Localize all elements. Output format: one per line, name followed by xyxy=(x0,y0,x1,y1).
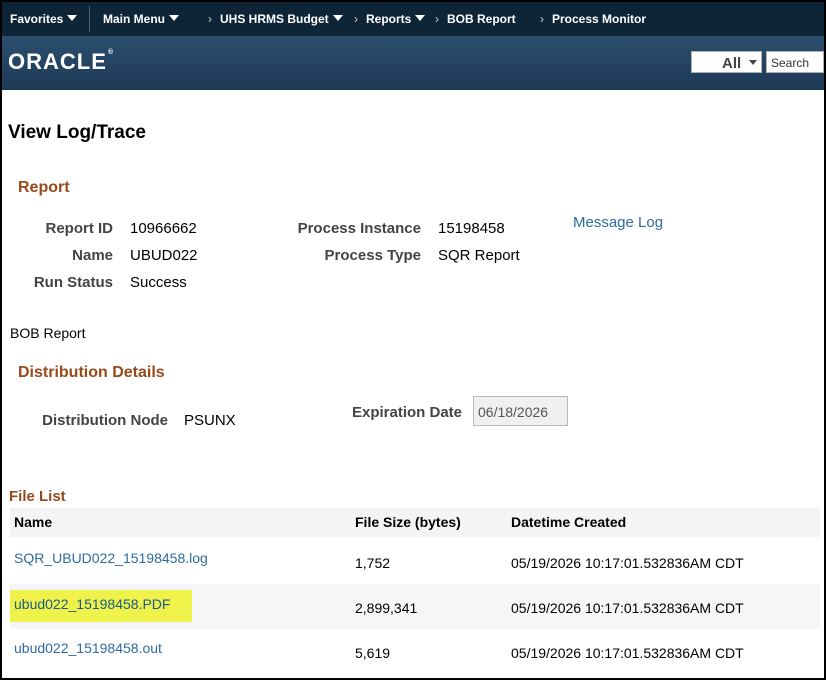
main-menu-label: Main Menu xyxy=(103,12,165,26)
column-header-file-size: File Size (bytes) xyxy=(355,514,461,530)
breadcrumb-label: BOB Report xyxy=(447,12,516,26)
distribution-node-value: PSUNX xyxy=(184,412,236,429)
message-log-link[interactable]: Message Log xyxy=(573,214,663,231)
chevron-right-icon: › xyxy=(435,12,439,26)
report-section-title: Report xyxy=(18,179,70,196)
distribution-section-title: Distribution Details xyxy=(18,364,165,381)
chevron-right-icon: › xyxy=(354,12,358,26)
breadcrumb-reports[interactable]: › Reports xyxy=(354,12,426,26)
file-size: 1,752 xyxy=(355,555,391,571)
page-title: View Log/Trace xyxy=(8,122,146,143)
file-link[interactable]: SQR_UBUD022_15198458.log xyxy=(14,550,208,566)
nav-divider xyxy=(89,6,90,32)
search-scope-select[interactable]: All xyxy=(691,51,762,73)
file-datetime: 05/19/2026 10:17:01.532836AM CDT xyxy=(511,645,744,661)
chevron-down-icon xyxy=(332,15,343,21)
breadcrumb-uhs-hrms-budget[interactable]: › UHS HRMS Budget xyxy=(208,12,343,26)
chevron-down-icon xyxy=(67,15,78,21)
search-input[interactable]: Search xyxy=(766,51,824,73)
grid-header: Name File Size (bytes) Datetime Created xyxy=(10,508,820,537)
column-header-name: Name xyxy=(14,514,53,530)
expiration-date-field: 06/18/2026 xyxy=(473,396,568,426)
favorites-label: Favorites xyxy=(10,12,64,26)
file-datetime: 05/19/2026 10:17:01.532836AM CDT xyxy=(511,600,744,616)
column-header-datetime: Datetime Created xyxy=(511,514,627,530)
report-description: BOB Report xyxy=(10,325,86,341)
favorites-menu[interactable]: Favorites xyxy=(10,12,78,26)
logo-text: ORACLE xyxy=(8,49,107,74)
breadcrumb-label: UHS HRMS Budget xyxy=(220,12,329,26)
chevron-down-icon xyxy=(169,15,179,21)
run-status-value: Success xyxy=(130,274,187,291)
search-scope-value: All xyxy=(722,55,742,72)
header-banner: ORACLE® All Search xyxy=(2,36,824,90)
app-window: Favorites Main Menu › UHS HRMS Budget › Re… xyxy=(0,0,826,680)
table-row: SQR_UBUD022_15198458.log 1,752 05/19/202… xyxy=(10,539,820,584)
breadcrumb-label: Reports xyxy=(366,12,412,26)
name-value: UBUD022 xyxy=(130,247,198,264)
process-instance-label: Process Instance xyxy=(297,220,421,237)
breadcrumb-bob-report[interactable]: › BOB Report xyxy=(435,12,516,26)
file-size: 5,619 xyxy=(355,645,391,661)
top-navigation: Favorites Main Menu › UHS HRMS Budget › Re… xyxy=(2,2,824,36)
chevron-down-icon xyxy=(749,60,757,65)
breadcrumb-process-monitor[interactable]: › Process Monitor xyxy=(540,12,646,26)
chevron-right-icon: › xyxy=(208,12,212,26)
breadcrumb-label: Process Monitor xyxy=(552,12,647,26)
chevron-down-icon xyxy=(415,15,426,21)
process-type-value: SQR Report xyxy=(438,247,520,264)
table-row: ubud022_15198458.PDF 2,899,341 05/19/202… xyxy=(10,584,820,629)
distribution-node-label: Distribution Node xyxy=(42,412,168,429)
report-id-label: Report ID xyxy=(45,220,114,237)
oracle-logo: ORACLE® xyxy=(8,49,114,75)
process-instance-value: 15198458 xyxy=(438,220,505,237)
file-list-title: File List xyxy=(9,488,66,505)
process-type-label: Process Type xyxy=(324,247,421,264)
file-size: 2,899,341 xyxy=(355,600,418,616)
run-status-label: Run Status xyxy=(33,274,113,291)
file-link[interactable]: ubud022_15198458.PDF xyxy=(14,596,170,612)
table-row: ubud022_15198458.out 5,619 05/19/2026 10… xyxy=(10,629,820,674)
chevron-right-icon: › xyxy=(540,12,544,26)
file-link[interactable]: ubud022_15198458.out xyxy=(14,640,162,656)
file-datetime: 05/19/2026 10:17:01.532836AM CDT xyxy=(511,555,744,571)
main-menu[interactable]: Main Menu xyxy=(103,12,179,26)
expiration-date-label: Expiration Date xyxy=(351,404,462,421)
report-id-value: 10966662 xyxy=(130,220,197,237)
registered-mark: ® xyxy=(107,49,115,56)
name-label: Name xyxy=(72,247,113,264)
